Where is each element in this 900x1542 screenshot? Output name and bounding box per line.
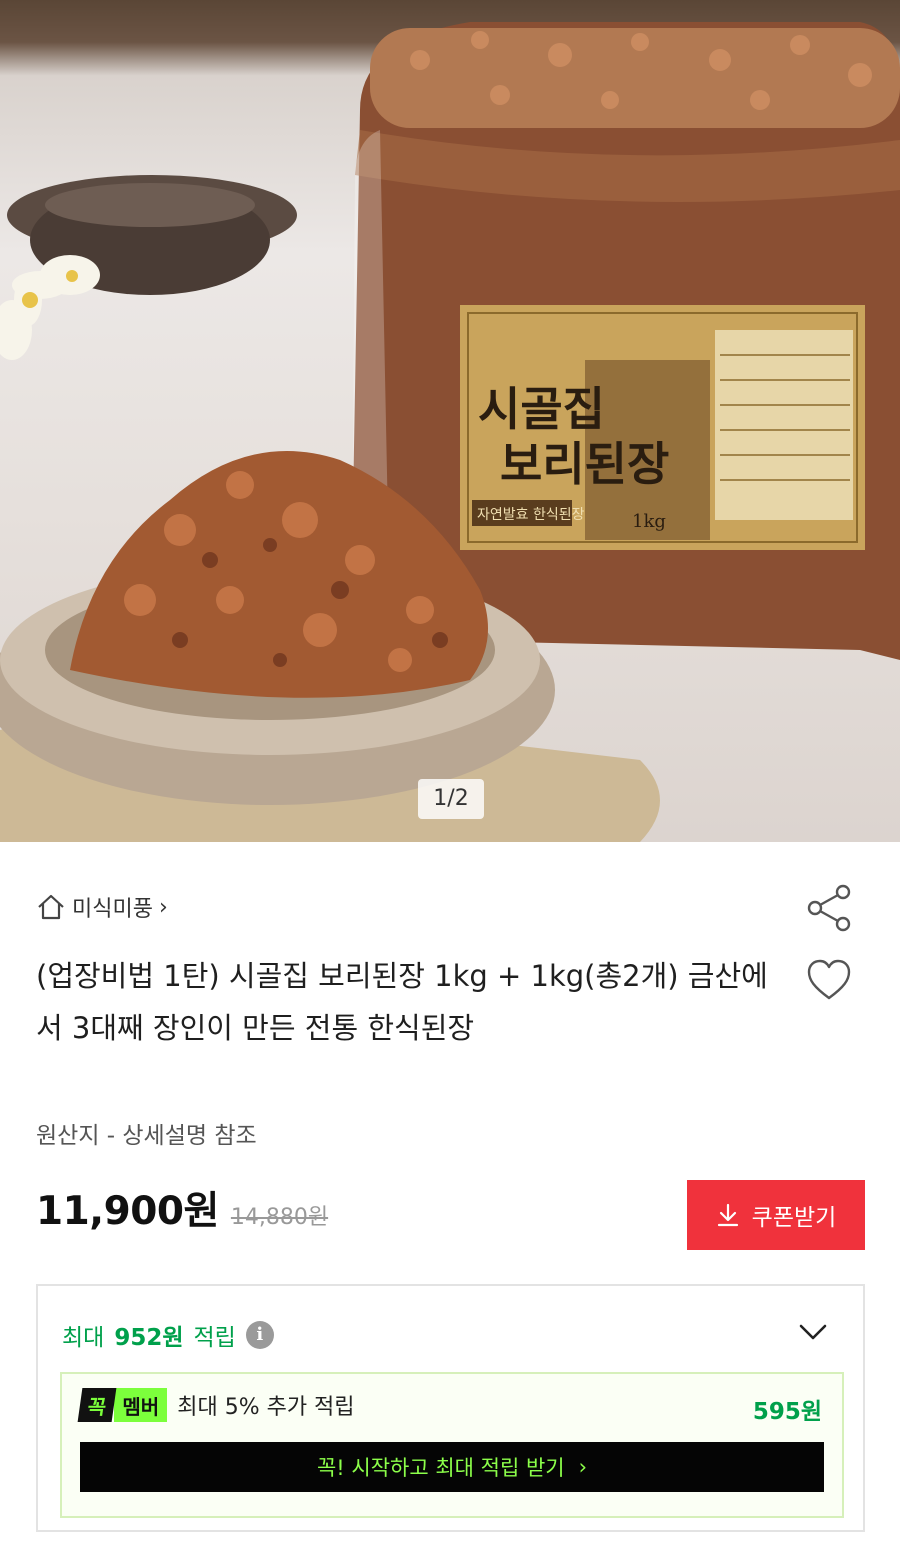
reward-amount: 952원 xyxy=(114,1325,184,1351)
reward-prefix: 최대 xyxy=(62,1325,105,1351)
membership-badge: 꼭 멤버 xyxy=(77,1388,168,1422)
product-origin: 원산지 - 상세설명 참조 xyxy=(36,1123,257,1149)
membership-cta-label: 꼭! 시작하고 최대 적립 받기 xyxy=(316,1456,565,1480)
wishlist-button[interactable] xyxy=(806,958,852,1004)
heart-icon xyxy=(807,959,851,1000)
membership-points: 595원 xyxy=(752,1399,822,1425)
membership-text: 최대 5% 추가 적립 xyxy=(177,1395,355,1420)
jar-label-line2: 보리된장 xyxy=(500,437,669,491)
chevron-down-icon xyxy=(799,1324,827,1340)
home-icon xyxy=(36,894,66,920)
sale-price: 11,900원 xyxy=(36,1189,219,1234)
reward-expand-toggle[interactable] xyxy=(798,1322,828,1342)
product-image-gallery[interactable]: 시골집 보리된장 자연발효 한식된장 1kg 1/2 xyxy=(0,0,900,842)
download-icon xyxy=(717,1203,738,1227)
store-name: 미식미풍 xyxy=(72,897,153,922)
share-icon xyxy=(807,884,851,932)
jar-label-weight: 1kg xyxy=(632,511,666,532)
jar-label-line1: 시골집 xyxy=(478,382,605,436)
coupon-label: 쿠폰받기 xyxy=(751,1205,837,1231)
chevron-right-icon: › xyxy=(158,894,168,920)
membership-start-button[interactable]: 꼭! 시작하고 최대 적립 받기 › xyxy=(80,1442,824,1492)
reward-panel: 최대 952원 적립 i 꼭 멤버 최대 5% 추가 적립 595원 꼭! 시작… xyxy=(36,1284,865,1532)
share-button[interactable] xyxy=(805,884,853,932)
reward-summary: 최대 952원 적립 i xyxy=(62,1318,274,1352)
chevron-right-icon: › xyxy=(578,1455,588,1479)
membership-row: 꼭 멤버 최대 5% 추가 적립 xyxy=(77,1388,355,1422)
membership-badge-label: 멤버 xyxy=(114,1388,168,1422)
original-price: 14,880원 xyxy=(230,1205,329,1230)
product-photo: 시골집 보리된장 자연발효 한식된장 1kg xyxy=(0,22,900,842)
price-row: 11,900원 14,880원 xyxy=(36,1180,328,1236)
image-page-counter: 1/2 xyxy=(418,779,484,819)
membership-promo: 꼭 멤버 최대 5% 추가 적립 595원 꼭! 시작하고 최대 적립 받기 › xyxy=(60,1372,844,1518)
store-link[interactable]: 미식미풍 › xyxy=(36,890,168,924)
jar-label-subtitle: 자연발효 한식된장 xyxy=(477,507,585,523)
membership-badge-mark: 꼭 xyxy=(77,1388,117,1422)
coupon-download-button[interactable]: 쿠폰받기 xyxy=(687,1180,865,1250)
product-title: (업장비법 1탄) 시골집 보리된장 1kg + 1kg(총2개) 금산에서 3… xyxy=(36,959,768,1045)
info-icon[interactable]: i xyxy=(245,1321,274,1349)
reward-suffix: 적립 xyxy=(193,1325,236,1351)
